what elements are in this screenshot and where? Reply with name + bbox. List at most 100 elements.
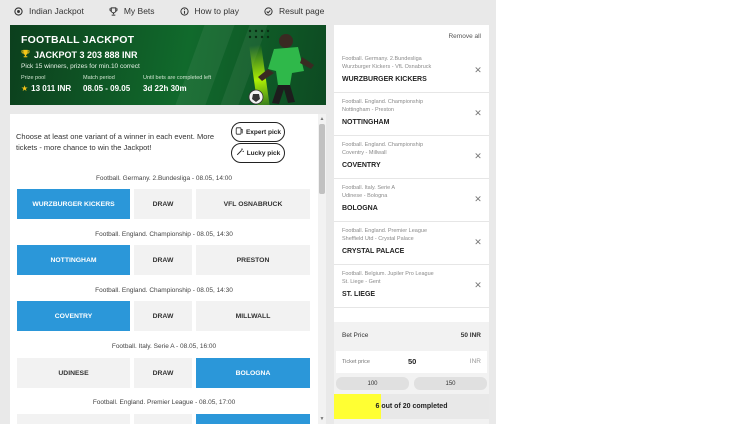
event-3-home-option[interactable]: COVENTRY: [17, 301, 130, 331]
check-circle-icon: [264, 6, 273, 16]
event-4-away-option[interactable]: BOLOGNA: [196, 358, 310, 388]
close-icon[interactable]: ✕: [473, 151, 483, 161]
scroll-thumb[interactable]: [319, 124, 325, 194]
match-period-label: Match period: [83, 75, 115, 81]
bet-slip-item: Football. England. Championship Nottingh…: [334, 93, 489, 136]
event-2-home-option[interactable]: NOTTINGHAM: [17, 245, 130, 275]
expert-pick-button[interactable]: Expert pick: [231, 122, 285, 142]
bet-league: Football. England. Premier League: [342, 228, 427, 234]
bet-match: Udinese - Bologna: [342, 193, 388, 199]
progress-text: 6 out of 20 completed: [375, 403, 448, 410]
close-icon[interactable]: ✕: [473, 237, 483, 247]
bet-match: Nottingham - Preston: [342, 107, 394, 113]
event-1-away-option[interactable]: VFL OSNABRUCK: [196, 189, 310, 219]
bet-pick: COVENTRY: [342, 162, 381, 169]
event-1-draw-option[interactable]: DRAW: [134, 189, 192, 219]
banner-title: FOOTBALL JACKPOT: [21, 34, 135, 46]
scroll-down-icon[interactable]: ▼: [319, 415, 325, 423]
event-3-away-option[interactable]: MILLWALL: [196, 301, 310, 331]
top-nav: Indian Jackpot My Bets How to play Resul…: [0, 0, 496, 22]
scrollbar[interactable]: ▲ ▼: [318, 114, 326, 424]
event-title: Football. Italy. Serie A - 08.05, 16:00: [111, 343, 217, 350]
time-left-label: Until bets are completed left: [143, 75, 212, 81]
bet-league: Football. Germany. 2.Bundesliga: [342, 56, 422, 62]
bet-match: Sheffield Utd - Crystal Palace: [342, 236, 414, 242]
bet-league: Football. Italy. Serie A: [342, 185, 396, 191]
event-5-draw-option[interactable]: [134, 414, 192, 424]
close-icon[interactable]: ✕: [473, 280, 483, 290]
event-4-draw-option[interactable]: DRAW: [134, 358, 192, 388]
target-icon: [14, 6, 23, 16]
bet-slip-item: Football. Belgium. Jupiler Pro League St…: [334, 265, 489, 308]
nav-label: How to play: [194, 6, 239, 16]
close-icon[interactable]: ✕: [473, 65, 483, 75]
football-player-image: [248, 29, 314, 105]
bet-summary: Bet Price 50 INR Ticket price 50 INR 100…: [334, 322, 489, 424]
lucky-pick-button[interactable]: Lucky pick: [231, 143, 285, 163]
bet-price-row: Bet Price 50 INR: [342, 332, 481, 339]
prize-pool: Prize pool ★ 13 011 INR: [21, 75, 71, 93]
bet-price-value: 50 INR: [460, 332, 481, 339]
bet-league: Football. England. Championship: [342, 99, 424, 105]
event-title: Football. England. Premier League - 08.0…: [92, 399, 236, 406]
bet-pick: CRYSTAL PALACE: [342, 248, 405, 255]
bet-pick: NOTTINGHAM: [342, 119, 390, 126]
bet-pick: WURZBURGER KICKERS: [342, 76, 427, 83]
prize-pool-label: Prize pool: [21, 75, 46, 81]
event-1-home-option[interactable]: WURZBURGER KICKERS: [17, 189, 130, 219]
expert-icon: [235, 127, 243, 137]
remove-all-button[interactable]: Remove all: [448, 33, 481, 40]
ticket-price-label: Ticket price: [342, 359, 370, 365]
bet-slip-item: Football. England. Championship Coventry…: [334, 136, 489, 179]
nav-label: My Bets: [123, 6, 155, 16]
nav-how-to-play[interactable]: How to play: [179, 6, 239, 16]
bet-pick: ST. LIEGE: [342, 291, 376, 298]
close-icon[interactable]: ✕: [473, 194, 483, 204]
preset-100-button[interactable]: 100: [336, 377, 409, 390]
jackpot-amount: JACKPOT 3 203 888 INR: [34, 49, 138, 60]
info-icon: [179, 6, 189, 16]
event-5-away-option[interactable]: [196, 414, 310, 424]
nav-label: Result page: [278, 6, 325, 16]
jackpot-banner: FOOTBALL JACKPOT JACKPOT 3 203 888 INR P…: [10, 25, 326, 105]
event-title: Football. England. Championship - 08.05,…: [95, 231, 233, 238]
ticket-price-field[interactable]: Ticket price 50 INR: [336, 351, 487, 373]
events-card: Choose at least one variant of a winner …: [10, 114, 326, 424]
scroll-up-icon[interactable]: ▲: [319, 115, 325, 123]
event-title: Football. England. Championship - 08.05,…: [95, 287, 233, 294]
time-left-value: 3d 22h 30m: [143, 84, 187, 93]
close-icon[interactable]: ✕: [473, 108, 483, 118]
nav-my-bets[interactable]: My Bets: [109, 6, 155, 16]
prize-pool-value: 13 011 INR: [31, 84, 72, 93]
intro-text: Choose at least one variant of a winner …: [16, 132, 215, 152]
bet-slip-item: Football. Italy. Serie A Udinese - Bolog…: [334, 179, 489, 222]
nav-label: Indian Jackpot: [29, 6, 84, 16]
bet-slip-item: Football. Germany. 2.Bundesliga Wurzburg…: [334, 50, 489, 93]
trophy-icon: [21, 49, 30, 60]
bet-match: Wurzburger Kickers - VfL Osnabruck: [342, 64, 432, 70]
event-5-home-option[interactable]: [17, 414, 130, 424]
preset-150-button[interactable]: 150: [414, 377, 487, 390]
bet-match: Coventry - Millwall: [342, 150, 387, 156]
expert-pick-label: Expert pick: [245, 128, 282, 136]
event-2-away-option[interactable]: PRESTON: [196, 245, 310, 275]
event-2-draw-option[interactable]: DRAW: [134, 245, 192, 275]
ticket-price-value: 50: [408, 357, 417, 366]
bet-slip-item: Football. England. Premier League Sheffi…: [334, 222, 489, 265]
completion-progress: 6 out of 20 completed: [334, 394, 489, 419]
lucky-pick-label: Lucky pick: [246, 149, 281, 157]
event-4-home-option[interactable]: UDINESE: [17, 358, 130, 388]
event-title: Football. Germany. 2.Bundesliga - 08.05,…: [95, 175, 233, 182]
trophy-icon: [109, 6, 118, 16]
ticket-currency: INR: [469, 358, 481, 365]
bet-price-label: Bet Price: [342, 332, 369, 339]
match-period: Match period 08.05 - 09.05: [83, 75, 130, 93]
banner-description: Pick 15 winners, prizes for min.10 corre…: [21, 63, 140, 70]
bet-pick: BOLOGNA: [342, 205, 378, 212]
star-icon: ★: [21, 84, 29, 93]
bet-league: Football. Belgium. Jupiler Pro League: [342, 271, 434, 277]
time-left: Until bets are completed left 3d 22h 30m: [143, 75, 211, 93]
event-3-draw-option[interactable]: DRAW: [134, 301, 192, 331]
nav-indian-jackpot[interactable]: Indian Jackpot: [14, 6, 84, 16]
nav-result-page[interactable]: Result page: [264, 6, 324, 16]
